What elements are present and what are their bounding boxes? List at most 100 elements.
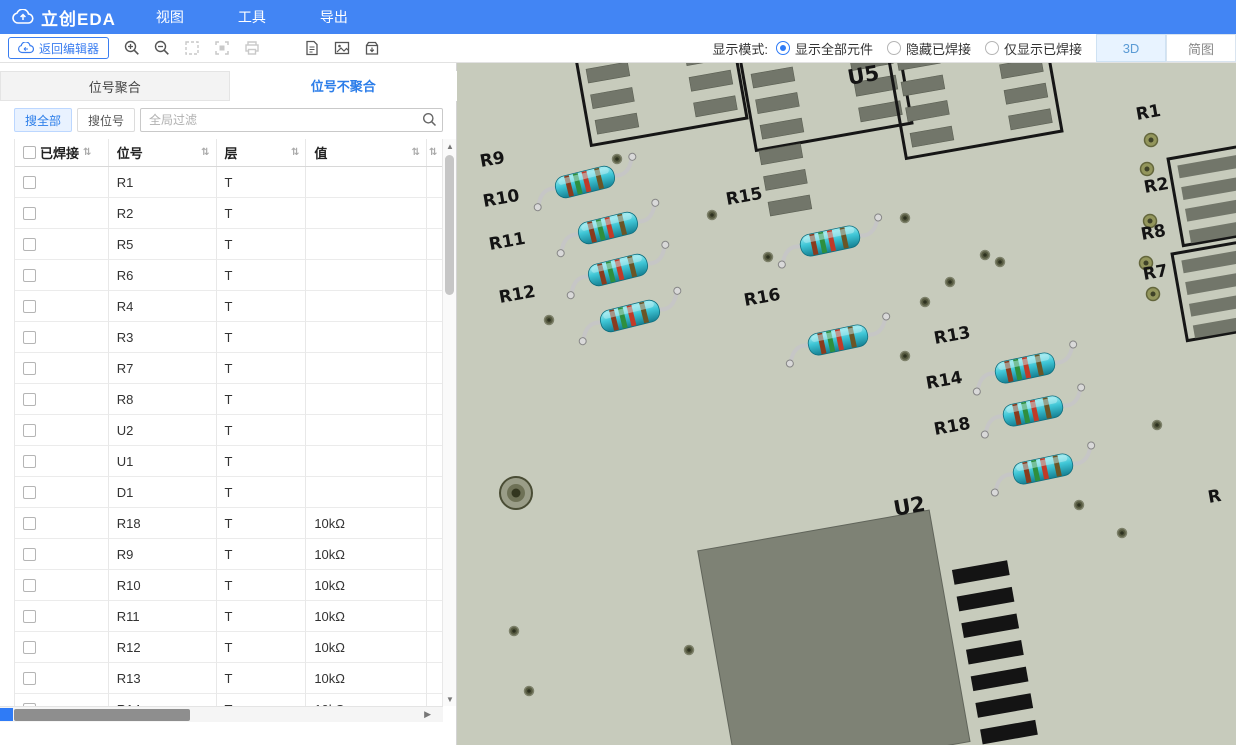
radio-hide-soldered[interactable]: 隐藏已焊接 (887, 39, 971, 58)
table-row[interactable]: R10 T 10kΩ (15, 570, 443, 601)
cell-extra (427, 384, 443, 415)
row-checkbox[interactable] (23, 362, 36, 375)
cell-soldered (15, 167, 109, 198)
row-checkbox[interactable] (23, 517, 36, 530)
cell-value (306, 167, 427, 198)
row-checkbox[interactable] (23, 176, 36, 189)
table-row[interactable]: R18 T 10kΩ (15, 508, 443, 539)
view-schematic-button[interactable]: 简图 (1166, 34, 1236, 62)
back-to-editor-button[interactable]: 返回编辑器 (8, 37, 109, 59)
scroll-right-icon[interactable]: ▶ (424, 709, 431, 720)
header-layer: 层 ⇅ (217, 139, 307, 166)
row-checkbox[interactable] (23, 393, 36, 406)
table-row[interactable]: R7 T (15, 353, 443, 384)
cell-extra (427, 198, 443, 229)
table-row[interactable]: R3 T (15, 322, 443, 353)
bom-document-icon[interactable] (303, 39, 321, 57)
image-export-icon[interactable] (333, 39, 351, 57)
search-row: 搜全部 搜位号 (14, 107, 443, 133)
radio-show-all-components[interactable]: 显示全部元件 (776, 39, 873, 58)
cell-designator: R10 (109, 570, 217, 601)
row-checkbox[interactable] (23, 238, 36, 251)
table-row[interactable]: R5 T (15, 229, 443, 260)
select-all-checkbox[interactable] (23, 146, 36, 159)
cell-layer: T (217, 446, 307, 477)
component-list-panel: 位号聚合 位号不聚合 搜全部 搜位号 已焊接 ⇅ 位号 (0, 63, 457, 745)
row-checkbox[interactable] (23, 610, 36, 623)
scrollbar-corner[interactable] (0, 708, 13, 721)
vertical-scrollbar[interactable]: ▲ ▼ (442, 139, 456, 706)
table-row[interactable]: R2 T (15, 198, 443, 229)
row-checkbox[interactable] (23, 641, 36, 654)
search-designator-button[interactable]: 搜位号 (77, 108, 135, 132)
table-row[interactable]: R13 T 10kΩ (15, 663, 443, 694)
cell-soldered (15, 477, 109, 508)
cell-extra (427, 477, 443, 508)
cell-soldered (15, 322, 109, 353)
sort-icon[interactable]: ⇅ (291, 148, 299, 158)
row-checkbox[interactable] (23, 579, 36, 592)
table-row[interactable]: R4 T (15, 291, 443, 322)
menu-tools[interactable]: 工具 (238, 7, 266, 27)
header-label-layer: 层 (225, 143, 238, 162)
cell-layer: T (217, 229, 307, 260)
menu-view[interactable]: 视图 (156, 7, 184, 27)
scroll-down-icon[interactable]: ▼ (443, 692, 457, 706)
row-checkbox[interactable] (23, 455, 36, 468)
box-select-icon[interactable] (183, 39, 201, 57)
table-row[interactable]: R6 T (15, 260, 443, 291)
table-row[interactable]: U2 T (15, 415, 443, 446)
table-row[interactable]: R12 T 10kΩ (15, 632, 443, 663)
pcb-3d-view[interactable]: U5 R9 R10 R11 R12 R15 R16 R13 R14 R18 U2… (457, 63, 1236, 745)
global-filter-input[interactable] (140, 108, 443, 132)
radio-label: 隐藏已焊接 (906, 39, 971, 58)
table-row[interactable]: R11 T 10kΩ (15, 601, 443, 632)
sort-icon[interactable]: ⇅ (201, 148, 209, 158)
horizontal-scrollbar[interactable]: ▶ (0, 706, 443, 722)
cell-layer: T (217, 384, 307, 415)
view-3d-button[interactable]: 3D (1096, 34, 1166, 62)
component-table: 已焊接 ⇅ 位号 ⇅ 层 ⇅ 值 ⇅ ⇅ R1 T (14, 139, 443, 706)
fit-view-icon[interactable] (213, 39, 231, 57)
export-package-icon[interactable] (363, 39, 381, 57)
sort-icon[interactable]: ⇅ (429, 148, 437, 158)
row-checkbox[interactable] (23, 331, 36, 344)
row-checkbox[interactable] (23, 486, 36, 499)
horizontal-scroll-thumb[interactable] (14, 709, 190, 721)
vertical-scroll-thumb[interactable] (445, 155, 454, 295)
row-checkbox[interactable] (23, 424, 36, 437)
table-row[interactable]: R14 T 10kΩ (15, 694, 443, 706)
radio-only-soldered[interactable]: 仅显示已焊接 (985, 39, 1082, 58)
row-checkbox[interactable] (23, 269, 36, 282)
zoom-out-icon[interactable] (153, 39, 171, 57)
cell-soldered (15, 353, 109, 384)
row-checkbox[interactable] (23, 207, 36, 220)
table-row[interactable]: D1 T (15, 477, 443, 508)
header-extra: ⇅ (427, 139, 443, 166)
tab-designator-aggregated[interactable]: 位号聚合 (0, 71, 230, 101)
row-checkbox[interactable] (23, 548, 36, 561)
cell-layer: T (217, 477, 307, 508)
radio-label: 显示全部元件 (795, 39, 873, 58)
zoom-in-icon[interactable] (123, 39, 141, 57)
tab-designator-not-aggregated[interactable]: 位号不聚合 (230, 71, 458, 101)
sort-icon[interactable]: ⇅ (83, 148, 91, 158)
scroll-up-icon[interactable]: ▲ (443, 139, 457, 153)
table-row[interactable]: R1 T (15, 167, 443, 198)
row-checkbox[interactable] (23, 300, 36, 313)
print-icon[interactable] (243, 39, 261, 57)
table-row[interactable]: R9 T 10kΩ (15, 539, 443, 570)
table-row[interactable]: R8 T (15, 384, 443, 415)
cell-designator: R12 (109, 632, 217, 663)
search-icon[interactable] (422, 112, 437, 132)
app-logo[interactable]: 立创EDA (12, 5, 116, 30)
menu-export[interactable]: 导出 (320, 7, 348, 27)
cell-value (306, 415, 427, 446)
cell-value: 10kΩ (306, 601, 427, 632)
sort-icon[interactable]: ⇅ (412, 148, 420, 158)
cell-value: 10kΩ (306, 570, 427, 601)
header-designator: 位号 ⇅ (109, 139, 217, 166)
row-checkbox[interactable] (23, 672, 36, 685)
table-row[interactable]: U1 T (15, 446, 443, 477)
search-all-button[interactable]: 搜全部 (14, 108, 72, 132)
